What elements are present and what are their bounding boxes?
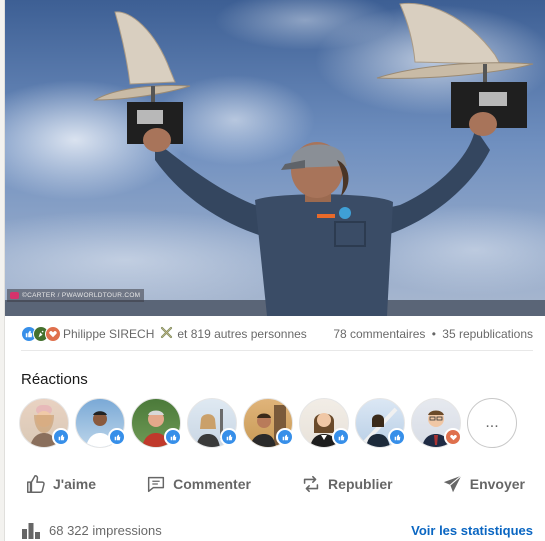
reactor-avatar[interactable] [411, 398, 462, 448]
impressions-count: 68 322 impressions [49, 522, 162, 538]
bar-chart-icon [22, 523, 40, 539]
impressions-summary: 68 322 impressions [21, 521, 162, 539]
like-badge-icon [276, 428, 294, 446]
action-bar: J'aime Commenter Republier Envoyer [13, 464, 537, 504]
reactions-summary[interactable]: Philippe SIRECH et 819 autres personnes [21, 326, 307, 342]
impressions-bar: 68 322 impressions Voir les statistiques [21, 518, 533, 541]
send-button[interactable]: Envoyer [430, 464, 537, 504]
dot-separator: • [431, 327, 436, 341]
repost-label: Republier [328, 476, 393, 492]
reactor-name[interactable]: Philippe SIRECH [63, 327, 154, 341]
like-badge-icon [52, 428, 70, 446]
reactor-avatar[interactable] [299, 398, 350, 448]
engagement-counts: 78 commentaires • 35 republications [333, 327, 533, 341]
reactor-avatar[interactable] [355, 398, 406, 448]
comment-label: Commenter [173, 476, 251, 492]
reactions-title: Réactions [21, 371, 88, 388]
reactor-avatars: ... [19, 398, 517, 448]
like-badge-icon [388, 428, 406, 446]
reposts-count-link[interactable]: 35 republications [442, 327, 533, 341]
more-reactions-button[interactable]: ... [467, 398, 517, 448]
pwa-logo-icon [10, 292, 19, 299]
like-badge-icon [332, 428, 350, 446]
reactor-avatar[interactable] [75, 398, 126, 448]
thumbs-up-icon [27, 475, 45, 493]
windsurfer-trophy-photo [5, 0, 545, 316]
view-stats-link[interactable]: Voir les statistiques [411, 523, 533, 538]
repost-icon [303, 475, 319, 493]
comment-icon [148, 476, 165, 493]
love-icon [45, 326, 61, 342]
reaction-types [21, 326, 61, 342]
comment-button[interactable]: Commenter [133, 464, 263, 504]
post-card: ©CARTER / PWAWORLDTOUR.COM Philippe SIRE… [4, 0, 545, 541]
send-icon [443, 475, 462, 493]
reactor-avatar[interactable] [243, 398, 294, 448]
love-badge-icon [444, 428, 462, 446]
photo-watermark: ©CARTER / PWAWORLDTOUR.COM [7, 289, 145, 302]
reactor-avatar[interactable] [131, 398, 182, 448]
like-label: J'aime [53, 476, 97, 492]
reactor-avatar[interactable] [187, 398, 238, 448]
social-counts: Philippe SIRECH et 819 autres personnes … [21, 322, 533, 346]
like-button[interactable]: J'aime [13, 464, 108, 504]
crossed-swords-emoji [160, 326, 173, 342]
post-image[interactable]: ©CARTER / PWAWORLDTOUR.COM [5, 0, 545, 316]
like-badge-icon [220, 428, 238, 446]
comments-count-link[interactable]: 78 commentaires [333, 327, 425, 341]
like-badge-icon [164, 428, 182, 446]
divider [21, 350, 533, 351]
others-count[interactable]: et 819 autres personnes [177, 327, 306, 341]
repost-button[interactable]: Republier [288, 464, 405, 504]
like-badge-icon [108, 428, 126, 446]
reactor-avatar[interactable] [19, 398, 70, 448]
send-label: Envoyer [469, 476, 525, 492]
